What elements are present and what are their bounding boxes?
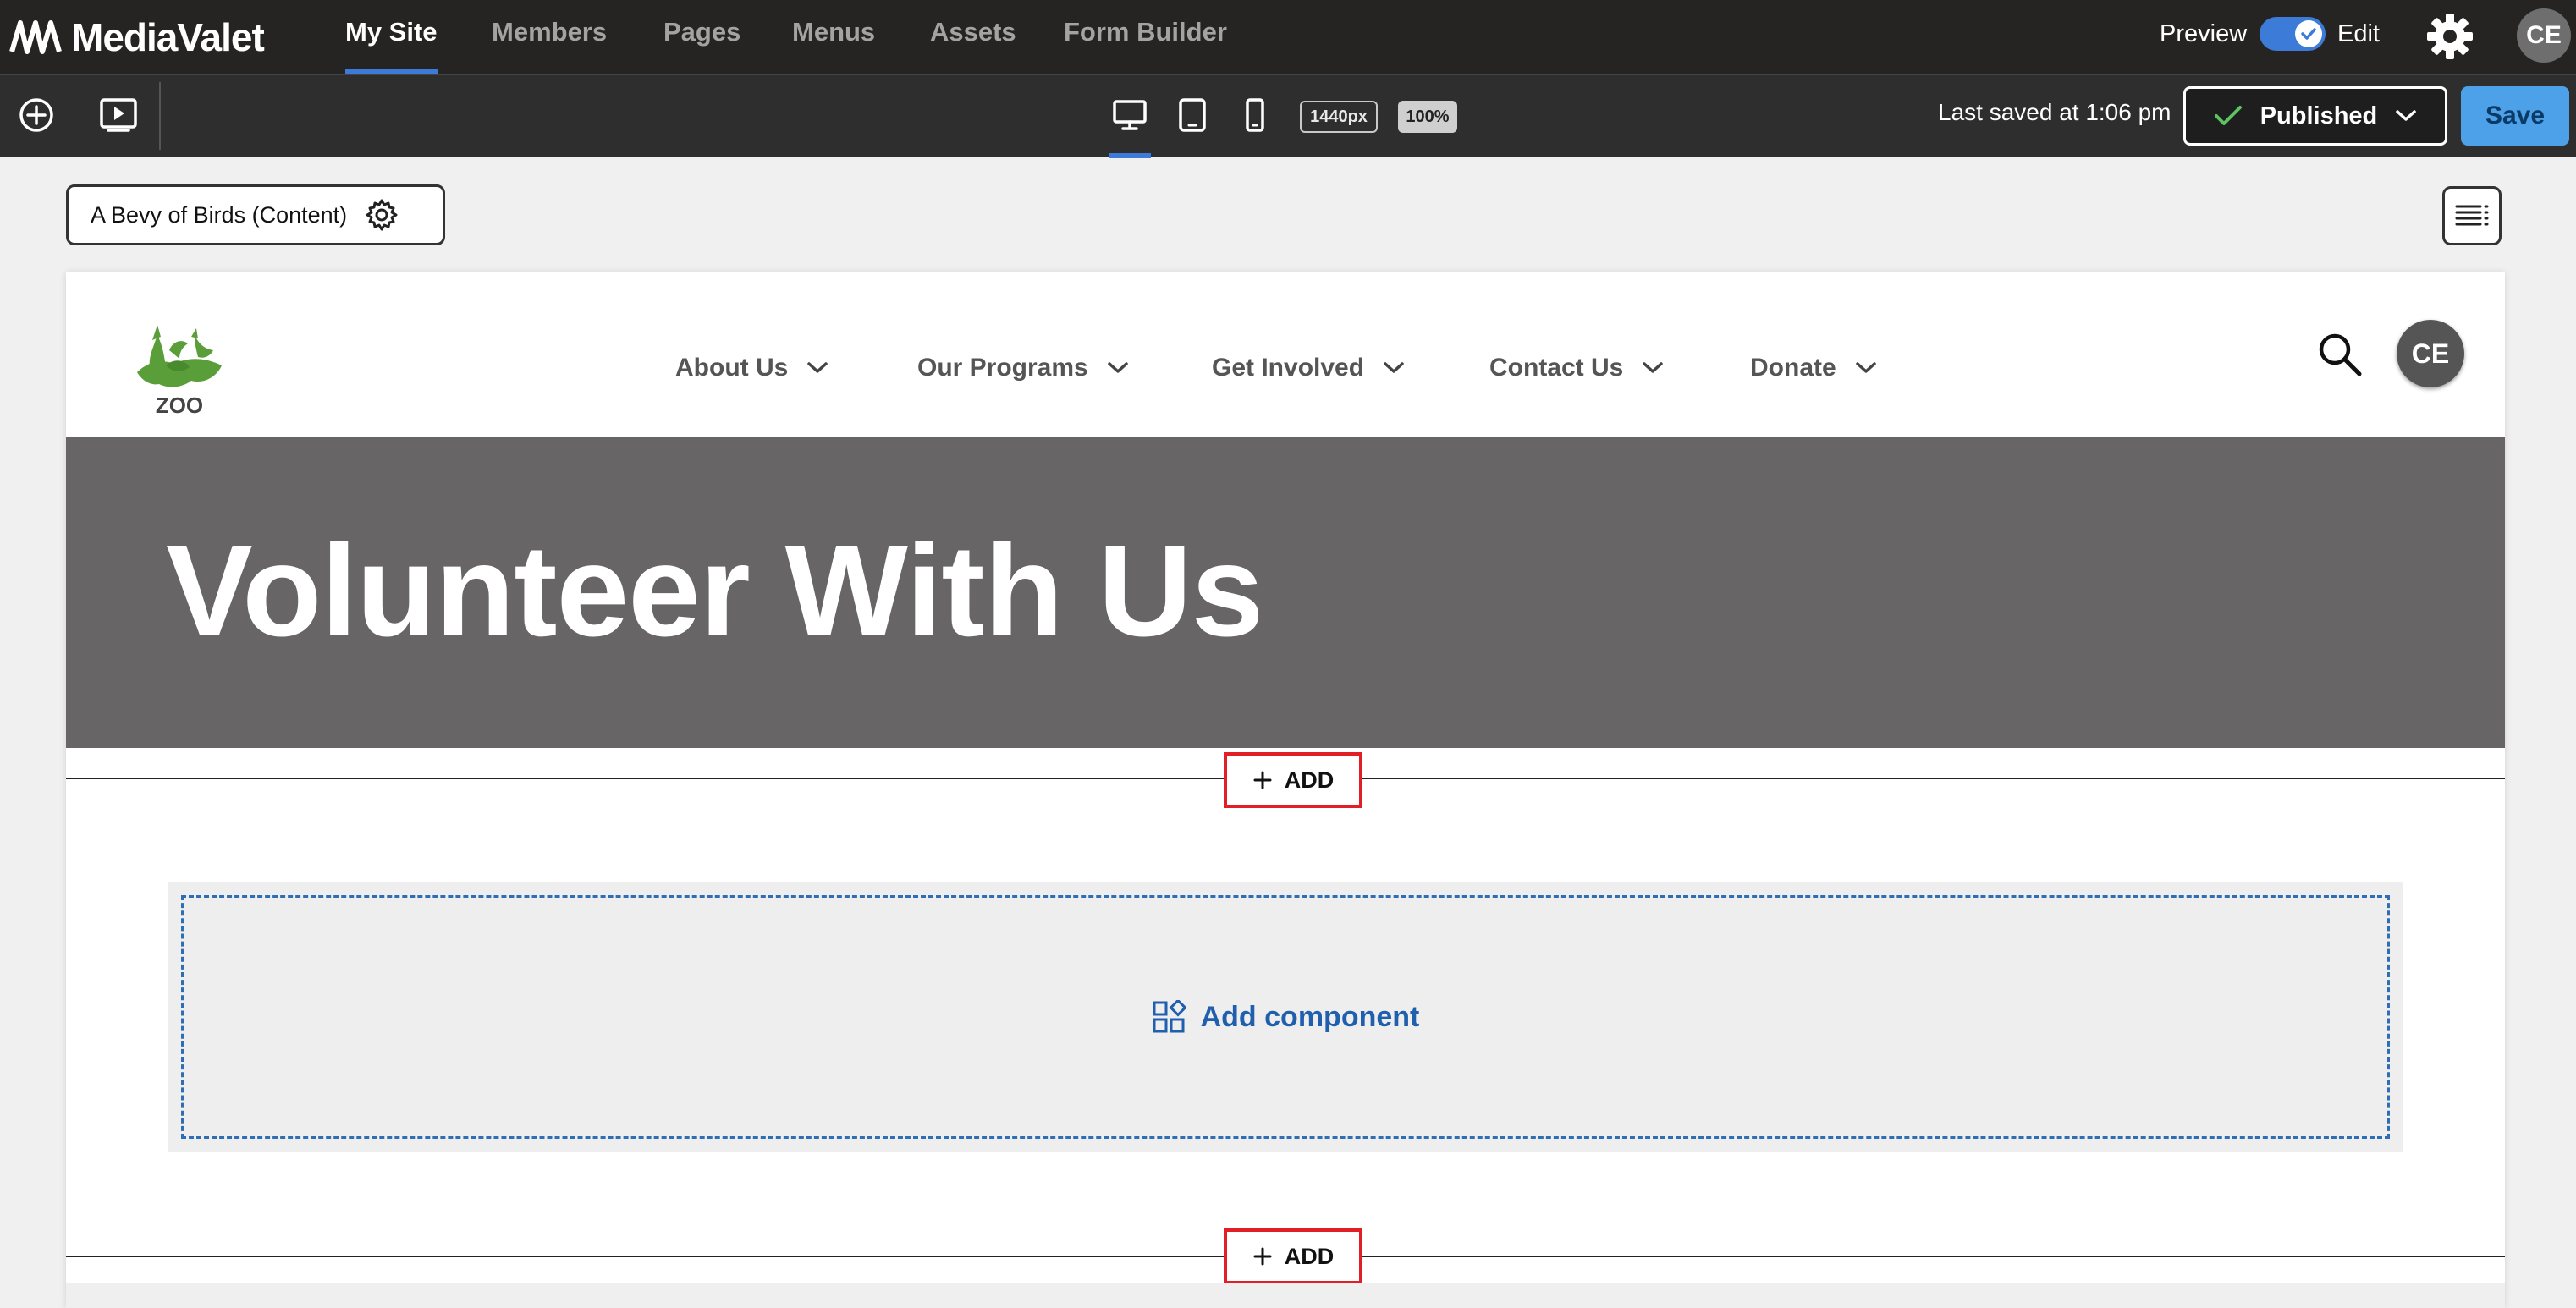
toggle-knob: [2295, 20, 2322, 47]
nav-pages[interactable]: Pages: [663, 15, 740, 49]
chevron-down-icon: [807, 362, 828, 373]
page-name: A Bevy of Birds (Content): [91, 201, 348, 228]
publish-status-label: Published: [2260, 102, 2378, 129]
add-label: ADD: [1284, 1243, 1335, 1269]
zoo-logo-text: ZOO: [156, 393, 203, 418]
zoo-logo[interactable]: ZOO: [135, 325, 223, 418]
brand-name: MediaValet: [71, 15, 265, 59]
settings-gear-icon[interactable]: [2424, 10, 2476, 63]
site-preview-canvas: ZOO About Us Our Programs Get Involved C…: [66, 272, 2505, 1308]
site-header: ZOO About Us Our Programs Get Involved C…: [66, 272, 2505, 437]
page-settings-chip[interactable]: A Bevy of Birds (Content): [66, 184, 445, 245]
add-section-button[interactable]: ADD: [1224, 1228, 1362, 1284]
add-component-dropzone[interactable]: Add component: [181, 895, 2390, 1139]
content-section: Add component: [168, 882, 2403, 1152]
chevron-down-icon: [1643, 362, 1664, 373]
mediavalet-logo-icon: [9, 20, 62, 54]
preview-play-button[interactable]: [96, 94, 140, 136]
nav-assets[interactable]: Assets: [930, 15, 1016, 49]
user-avatar[interactable]: CE: [2517, 8, 2571, 63]
site-nav-label: Get Involved: [1212, 354, 1365, 382]
next-section-edge: [66, 1283, 2505, 1308]
tablet-icon: [1179, 98, 1206, 132]
active-nav-indicator: [345, 69, 438, 74]
add-element-button[interactable]: [15, 94, 58, 136]
app-top-bar: MediaValet My Site Members Pages Menus A…: [0, 0, 2576, 74]
preview-edit-toggle[interactable]: [2260, 17, 2326, 51]
page-outline-button[interactable]: [2442, 186, 2502, 245]
desktop-icon: [1113, 100, 1147, 130]
site-nav-donate[interactable]: Donate: [1750, 354, 1877, 382]
add-component-label: Add component: [1200, 1000, 1420, 1033]
add-label: ADD: [1284, 767, 1335, 793]
edit-label: Edit: [2337, 20, 2380, 47]
plus-circle-icon: [19, 98, 53, 132]
nav-form-builder[interactable]: Form Builder: [1064, 15, 1227, 49]
chevron-down-icon: [1384, 362, 1404, 373]
add-section-button[interactable]: ADD: [1224, 752, 1362, 808]
mobile-icon: [1246, 98, 1264, 132]
list-outline-icon: [2455, 205, 2489, 226]
site-nav-label: About Us: [675, 354, 789, 382]
publish-status-dropdown[interactable]: Published: [2183, 86, 2447, 146]
chevron-down-icon: [1107, 362, 1128, 373]
hero-banner[interactable]: Volunteer With Us: [66, 437, 2505, 748]
viewport-width-badge[interactable]: 1440px: [1300, 101, 1378, 133]
save-button[interactable]: Save: [2461, 86, 2569, 146]
site-nav-our-programs[interactable]: Our Programs: [917, 354, 1129, 382]
site-nav-label: Contact Us: [1489, 354, 1624, 382]
preview-label: Preview: [2160, 20, 2248, 47]
plus-icon: [1253, 771, 1272, 789]
hero-title[interactable]: Volunteer With Us: [166, 514, 1263, 667]
add-component-icon: [1153, 1000, 1186, 1033]
site-nav-label: Our Programs: [917, 354, 1088, 382]
device-mobile-button[interactable]: [1234, 94, 1276, 136]
nav-members[interactable]: Members: [492, 15, 607, 49]
check-icon: [2301, 28, 2316, 40]
device-desktop-button[interactable]: [1109, 94, 1151, 136]
active-device-indicator: [1109, 153, 1151, 158]
device-tablet-button[interactable]: [1171, 94, 1214, 136]
plus-icon: [1253, 1247, 1272, 1266]
nav-my-site[interactable]: My Site: [345, 15, 438, 49]
mediavalet-logo[interactable]: MediaValet: [8, 14, 265, 61]
site-user-avatar[interactable]: CE: [2397, 320, 2464, 387]
search-icon[interactable]: [2315, 330, 2364, 379]
site-nav-contact-us[interactable]: Contact Us: [1489, 354, 1664, 382]
chevron-down-icon: [2396, 110, 2417, 121]
last-saved-text: Last saved at 1:06 pm: [1938, 99, 2171, 125]
site-nav-about-us[interactable]: About Us: [675, 354, 828, 382]
site-nav-get-involved[interactable]: Get Involved: [1212, 354, 1405, 382]
toolbar-divider: [159, 82, 161, 150]
site-nav-label: Donate: [1750, 354, 1836, 382]
gear-icon[interactable]: [364, 197, 399, 233]
play-screen-icon: [100, 98, 137, 132]
chevron-down-icon: [1855, 362, 1876, 373]
check-icon: [2214, 106, 2242, 125]
zoom-level-badge[interactable]: 100%: [1398, 101, 1457, 133]
nav-menus[interactable]: Menus: [792, 15, 875, 49]
